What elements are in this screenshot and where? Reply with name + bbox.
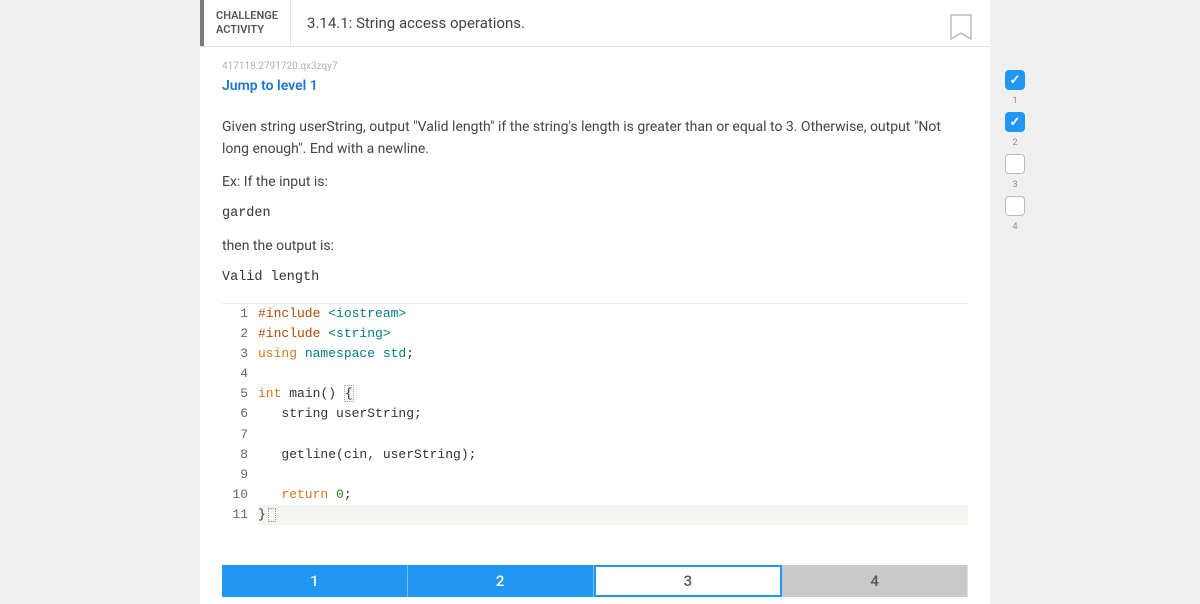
challenge-title: 3.14.1: String access operations. [291,0,946,46]
progress-sidebar: 1 2 3 4 [1000,70,1030,232]
progress-box-4[interactable] [1005,196,1025,216]
badge-line2: ACTIVITY [216,23,278,37]
progress-box-2[interactable] [1005,112,1025,132]
level-tab-3[interactable]: 3 [594,565,783,597]
card-body: 417118.2791720.qx3zqy7 Jump to level 1 G… [200,47,990,535]
bookmark-icon[interactable] [946,10,976,46]
progress-box-1[interactable] [1005,70,1025,90]
card-header: CHALLENGE ACTIVITY 3.14.1: String access… [200,0,990,47]
progress-label-3: 3 [1012,180,1017,190]
level-tab-2[interactable]: 2 [408,565,594,597]
jump-to-level-link[interactable]: Jump to level 1 [222,78,318,94]
example-input: garden [222,203,968,225]
progress-label-4: 4 [1012,222,1017,232]
badge-line1: CHALLENGE [216,9,278,23]
example-output: Valid length [222,267,968,289]
progress-box-3[interactable] [1005,154,1025,174]
prompt-text: Given string userString, output "Valid l… [222,116,968,289]
level-bar: 1 2 3 4 [222,565,968,597]
challenge-badge: CHALLENGE ACTIVITY [200,0,291,46]
challenge-card: CHALLENGE ACTIVITY 3.14.1: String access… [200,0,990,604]
level-tab-1[interactable]: 1 [222,565,408,597]
question-id: 417118.2791720.qx3zqy7 [222,61,968,72]
progress-label-1: 1 [1012,96,1017,106]
cursor-icon [268,508,276,522]
prompt-p3: then the output is: [222,235,968,257]
prompt-p2: Ex: If the input is: [222,171,968,193]
level-tab-4[interactable]: 4 [782,565,968,597]
prompt-p1: Given string userString, output "Valid l… [222,116,968,161]
progress-label-2: 2 [1012,138,1017,148]
code-editor[interactable]: 1#include <iostream> 2#include <string> … [222,303,968,526]
